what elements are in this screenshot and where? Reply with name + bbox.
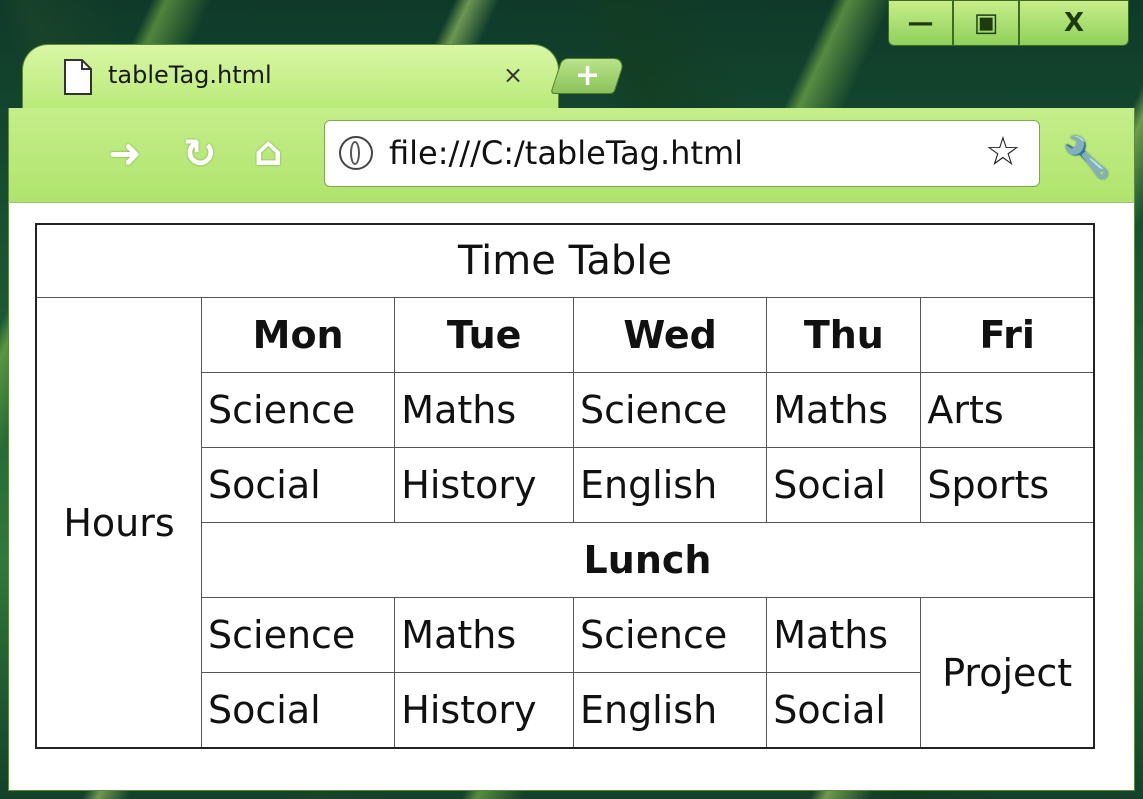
table-cell: Social <box>766 447 922 523</box>
row-header-hours: Hours <box>35 297 202 749</box>
table-caption: Time Table <box>35 223 1095 298</box>
new-tab-button[interactable]: + <box>550 58 626 94</box>
table-cell: Arts <box>920 372 1095 448</box>
table-row: Hours Mon Tue Wed Thu Fri <box>35 297 1095 749</box>
close-icon[interactable]: × <box>503 61 523 89</box>
restore-icon: ▣ <box>973 8 999 38</box>
url-text[interactable]: file:///C:/tableTag.html <box>389 134 743 172</box>
window-close-button[interactable]: X <box>1019 0 1129 46</box>
table-cell: Science <box>572 597 768 673</box>
table-cell: Social <box>200 447 396 523</box>
table-cell: History <box>394 447 574 523</box>
day-header: Thu <box>766 297 922 373</box>
day-header: Wed <box>572 297 768 373</box>
tab-title: tableTag.html <box>108 61 272 89</box>
table-cell: Social <box>766 672 922 749</box>
day-header: Fri <box>920 297 1095 373</box>
address-bar[interactable]: file:///C:/tableTag.html ☆ <box>324 120 1040 187</box>
minimize-icon: — <box>907 8 934 38</box>
table-cell: English <box>572 447 768 523</box>
table-row: Time Table <box>35 223 1095 298</box>
browser-tab[interactable]: tableTag.html × <box>22 44 559 110</box>
table-cell: Sports <box>920 447 1095 523</box>
page-content: Time Table Hours Mon Tue Wed Thu Fri Sci… <box>8 202 1135 791</box>
forward-icon[interactable]: ➜ <box>108 134 142 174</box>
project-cell: Project <box>920 597 1095 749</box>
table-cell: Science <box>200 372 396 448</box>
table-cell: Science <box>572 372 768 448</box>
globe-icon <box>339 136 373 170</box>
home-icon[interactable]: ⌂ <box>254 132 283 172</box>
table-cell: History <box>394 672 574 749</box>
table-cell: Maths <box>766 597 922 673</box>
lunch-cell: Lunch <box>201 522 1095 598</box>
reload-icon[interactable]: ↻ <box>183 134 217 174</box>
restore-button[interactable]: ▣ <box>953 0 1019 46</box>
table-cell: Social <box>200 672 396 749</box>
table-cell: Science <box>200 597 396 673</box>
table-cell: Maths <box>394 597 574 673</box>
star-icon[interactable]: ☆ <box>985 129 1021 175</box>
wrench-icon[interactable]: 🔧 <box>1062 134 1112 181</box>
table-cell: Maths <box>394 372 574 448</box>
table-cell: Maths <box>766 372 922 448</box>
page-icon <box>64 59 92 95</box>
minimize-button[interactable]: — <box>888 0 953 46</box>
day-header: Tue <box>394 297 574 373</box>
day-header: Mon <box>200 297 396 373</box>
new-tab-icon: + <box>575 58 601 93</box>
table-cell: English <box>572 672 768 749</box>
timetable: Time Table Hours Mon Tue Wed Thu Fri Sci… <box>35 223 1095 749</box>
window-close-icon: X <box>1063 8 1085 38</box>
